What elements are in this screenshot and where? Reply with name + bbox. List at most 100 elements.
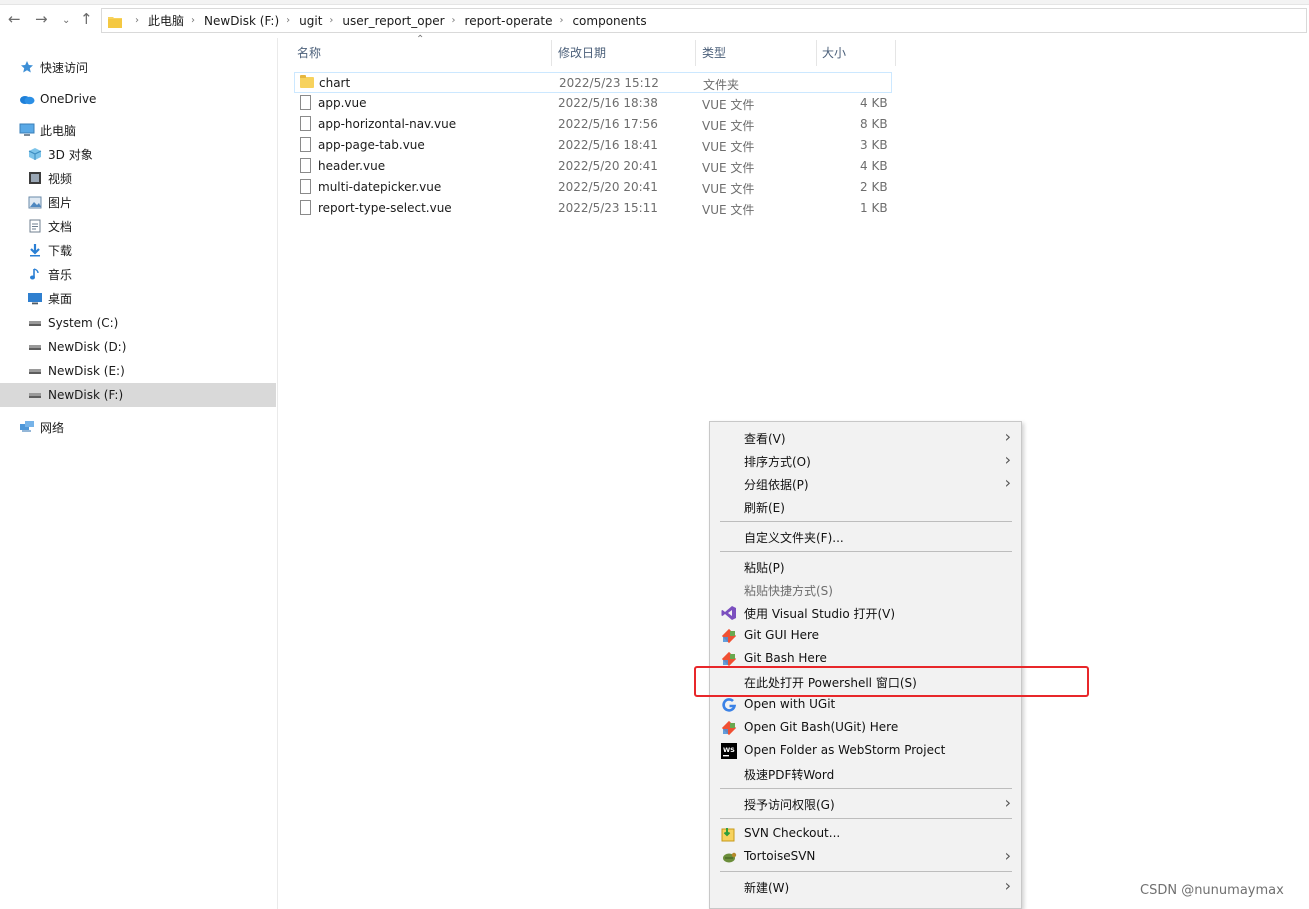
drive-icon	[27, 315, 43, 331]
file-icon	[300, 158, 311, 173]
breadcrumb-chevron-icon[interactable]: ›	[329, 15, 333, 26]
menu-item[interactable]: 刷新(E)	[710, 495, 1021, 518]
file-type: VUE 文件	[702, 161, 755, 175]
file-size: 4 KB	[860, 96, 888, 110]
recent-locations-chevron-icon[interactable]: ⌄	[62, 13, 70, 29]
file-row[interactable]: app-horizontal-nav.vue 2022/5/16 17:56 VUE…	[294, 114, 892, 135]
breadcrumb-segment[interactable]: ugit	[299, 14, 322, 28]
column-divider[interactable]	[816, 40, 817, 66]
address-bar[interactable]: › 此电脑 › NewDisk (F:) › ugit › user_report_oper ›…	[101, 8, 1307, 33]
tortoisesvn-icon	[721, 849, 737, 865]
menu-item[interactable]: 极速PDF转Word	[710, 762, 1021, 785]
breadcrumb-chevron-icon[interactable]: ›	[559, 15, 563, 26]
menu-item: 粘贴快捷方式(S)	[710, 578, 1021, 601]
breadcrumb-chevron-icon[interactable]: ›	[135, 15, 139, 26]
breadcrumb-chevron-icon[interactable]: ›	[452, 15, 456, 26]
file-size: 2 KB	[860, 180, 888, 194]
sidebar-item[interactable]: 网络	[0, 415, 276, 439]
sidebar-item[interactable]: 桌面	[0, 286, 276, 310]
menu-item[interactable]: 粘贴(P)	[710, 555, 1021, 578]
sidebar-item[interactable]: 文档	[0, 214, 276, 238]
file-icon	[300, 95, 311, 110]
file-row[interactable]: app-page-tab.vue 2022/5/16 18:41 VUE 文件 3 K…	[294, 135, 892, 156]
file-name: app.vue	[318, 96, 367, 110]
sidebar-item[interactable]: 快速访问	[0, 55, 276, 79]
column-divider[interactable]	[695, 40, 696, 66]
column-divider[interactable]	[551, 40, 552, 66]
forward-arrow-icon[interactable]: →	[35, 11, 48, 27]
breadcrumb-segment[interactable]: 此电脑	[148, 12, 184, 29]
menu-item[interactable]: 自定义文件夹(F)...	[710, 525, 1021, 548]
sidebar-item[interactable]: OneDrive	[0, 87, 276, 111]
breadcrumb-chevron-icon[interactable]: ›	[286, 15, 290, 26]
sidebar-item[interactable]: 此电脑	[0, 118, 276, 142]
column-header-date[interactable]: 修改日期	[558, 44, 606, 61]
menu-item-label: 授予访问权限(G)	[744, 798, 835, 812]
sidebar-item[interactable]: NewDisk (D:)	[0, 335, 276, 359]
menu-item[interactable]: 分组依据(P) ›	[710, 472, 1021, 495]
column-header-size[interactable]: 大小	[822, 44, 846, 61]
menu-item[interactable]: WS Open Folder as WebStorm Project	[710, 739, 1021, 762]
menu-item[interactable]: 使用 Visual Studio 打开(V)	[710, 601, 1021, 624]
submenu-chevron-icon: ›	[1004, 876, 1011, 895]
computer-icon	[19, 122, 35, 138]
column-divider[interactable]	[895, 40, 896, 66]
up-arrow-icon[interactable]: ↑	[80, 11, 93, 27]
sidebar-item-label: 图片	[48, 195, 73, 210]
menu-item-label: Open Git Bash(UGit) Here	[744, 720, 899, 734]
file-type: 文件夹	[703, 78, 740, 92]
menu-item[interactable]: Open with UGit	[710, 693, 1021, 716]
sidebar-item[interactable]: 视频	[0, 166, 276, 190]
file-date: 2022/5/16 17:56	[558, 117, 658, 131]
file-type: VUE 文件	[702, 140, 755, 154]
breadcrumb-segment[interactable]: report-operate	[465, 14, 553, 28]
sidebar-item-label: 文档	[48, 219, 73, 234]
sidebar-item[interactable]: System (C:)	[0, 311, 276, 335]
menu-item[interactable]: Open Git Bash(UGit) Here	[710, 716, 1021, 739]
file-row[interactable]: report-type-select.vue 2022/5/23 15:11 VUE…	[294, 198, 892, 219]
sidebar-item[interactable]: 下载	[0, 238, 276, 262]
breadcrumb-segment[interactable]: user_report_oper	[342, 14, 444, 28]
menu-item-label: 极速PDF转Word	[744, 768, 835, 782]
file-name: header.vue	[318, 159, 386, 173]
menu-item[interactable]: Git Bash Here	[710, 647, 1021, 670]
menu-item[interactable]: TortoiseSVN ›	[710, 845, 1021, 868]
file-size: 8 KB	[860, 117, 888, 131]
webstorm-icon: WS	[721, 743, 737, 759]
sidebar-item[interactable]: NewDisk (F:)	[0, 383, 276, 407]
menu-item[interactable]: SVN Checkout...	[710, 822, 1021, 845]
back-arrow-icon[interactable]: ←	[8, 11, 21, 27]
folder-row[interactable]: chart 2022/5/23 15:12 文件夹	[294, 72, 892, 93]
submenu-chevron-icon: ›	[1004, 427, 1011, 446]
sidebar-item[interactable]: 音乐	[0, 262, 276, 286]
file-type: VUE 文件	[702, 182, 755, 196]
file-name: app-page-tab.vue	[318, 138, 425, 152]
menu-item[interactable]: 排序方式(O) ›	[710, 449, 1021, 472]
file-row[interactable]: app.vue 2022/5/16 18:38 VUE 文件 4 KB	[294, 93, 892, 114]
submenu-chevron-icon: ›	[1004, 473, 1011, 492]
menu-item[interactable]: 查看(V) ›	[710, 426, 1021, 449]
file-icon	[300, 179, 311, 194]
navigation-pane: 快速访问 OneDrive 此电脑 3D 对象 视频图片文档下载 音乐 桌面 System (…	[0, 38, 278, 909]
breadcrumb-segment[interactable]: components	[572, 14, 646, 28]
menu-item-label: TortoiseSVN	[744, 849, 816, 863]
menu-item[interactable]: 授予访问权限(G) ›	[710, 792, 1021, 815]
document-icon	[27, 218, 43, 234]
sidebar-item[interactable]: 3D 对象	[0, 142, 276, 166]
file-row[interactable]: header.vue 2022/5/20 20:41 VUE 文件 4 KB	[294, 156, 892, 177]
menu-item[interactable]: 新建(W) ›	[710, 875, 1021, 898]
folder-icon	[300, 75, 314, 88]
sidebar-item[interactable]: NewDisk (E:)	[0, 359, 276, 383]
menu-item[interactable]: Git GUI Here	[710, 624, 1021, 647]
sidebar-item-label: 此电脑	[40, 123, 77, 138]
file-row[interactable]: multi-datepicker.vue 2022/5/20 20:41 VUE 文…	[294, 177, 892, 198]
column-header-name[interactable]: 名称	[297, 44, 321, 61]
column-header-type[interactable]: 类型	[702, 44, 726, 61]
file-type: VUE 文件	[702, 119, 755, 133]
breadcrumb-chevron-icon[interactable]: ›	[191, 15, 195, 26]
file-type: VUE 文件	[702, 98, 755, 112]
drive-icon	[27, 387, 43, 403]
breadcrumb-segment[interactable]: NewDisk (F:)	[204, 14, 279, 28]
menu-item[interactable]: 在此处打开 Powershell 窗口(S)	[710, 670, 1021, 693]
sidebar-item[interactable]: 图片	[0, 190, 276, 214]
